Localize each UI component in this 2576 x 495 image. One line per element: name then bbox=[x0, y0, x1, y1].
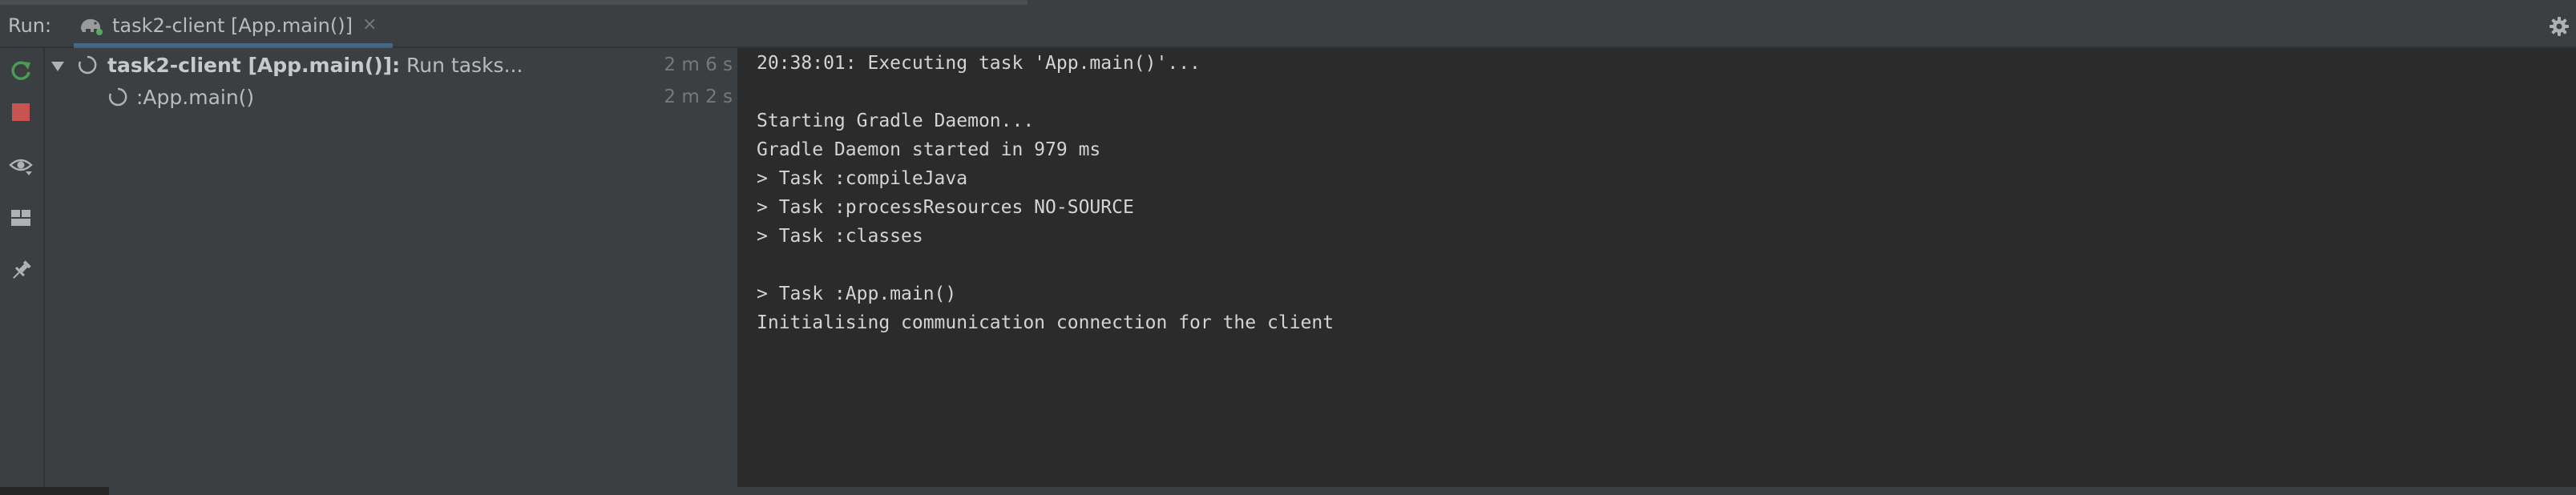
run-tool-window-header: Run: task2-client [App.main()] × bbox=[0, 5, 2576, 48]
close-tab-icon[interactable]: × bbox=[362, 14, 377, 34]
bottom-strip bbox=[0, 487, 2576, 495]
tree-child-time: 2 m 2 s bbox=[664, 87, 733, 107]
console-line: Gradle Daemon started in 979 ms bbox=[757, 139, 1101, 160]
run-toolbar bbox=[0, 48, 45, 487]
console-line: Starting Gradle Daemon... bbox=[757, 111, 1035, 131]
console-line: > Task :classes bbox=[757, 226, 923, 247]
run-label: Run: bbox=[8, 14, 52, 37]
gradle-elephant-icon bbox=[79, 14, 103, 35]
console-output[interactable]: 20:38:01: Executing task 'App.main()'...… bbox=[739, 48, 2576, 487]
rerun-icon[interactable] bbox=[8, 58, 34, 83]
run-tab-title: task2-client [App.main()] bbox=[112, 14, 353, 37]
tree-root-status: Run tasks... bbox=[400, 54, 523, 77]
gear-icon[interactable] bbox=[2547, 14, 2571, 38]
tree-child-label: :App.main() bbox=[136, 86, 255, 109]
console-line: Initialising communication connection fo… bbox=[757, 312, 1334, 333]
stop-icon[interactable] bbox=[8, 99, 34, 125]
tree-root-name: task2-client [App.main()]: bbox=[107, 54, 401, 77]
run-tab[interactable]: task2-client [App.main()] × bbox=[74, 5, 394, 48]
spinner-icon bbox=[107, 87, 128, 107]
console-line: > Task :App.main() bbox=[757, 284, 957, 304]
tree-root-time: 2 m 6 s bbox=[664, 54, 733, 75]
spinner-icon bbox=[77, 54, 98, 75]
tree-row-child[interactable]: :App.main() 2 m 2 s bbox=[45, 82, 739, 114]
eye-icon[interactable] bbox=[8, 152, 34, 178]
build-tree: task2-client [App.main()]: Run tasks... … bbox=[45, 48, 739, 487]
tree-root-label: task2-client [App.main()]: Run tasks... bbox=[107, 54, 523, 77]
layout-icon[interactable] bbox=[8, 205, 34, 231]
pin-icon[interactable] bbox=[8, 258, 34, 284]
console-line: > Task :compileJava bbox=[757, 168, 968, 189]
tree-row-root[interactable]: task2-client [App.main()]: Run tasks... … bbox=[45, 50, 739, 82]
console-line: > Task :processResources NO-SOURCE bbox=[757, 197, 1134, 218]
expand-arrow-icon[interactable] bbox=[50, 56, 66, 72]
bottom-strip-segment bbox=[0, 487, 109, 495]
console-line: 20:38:01: Executing task 'App.main()'... bbox=[757, 53, 1201, 74]
